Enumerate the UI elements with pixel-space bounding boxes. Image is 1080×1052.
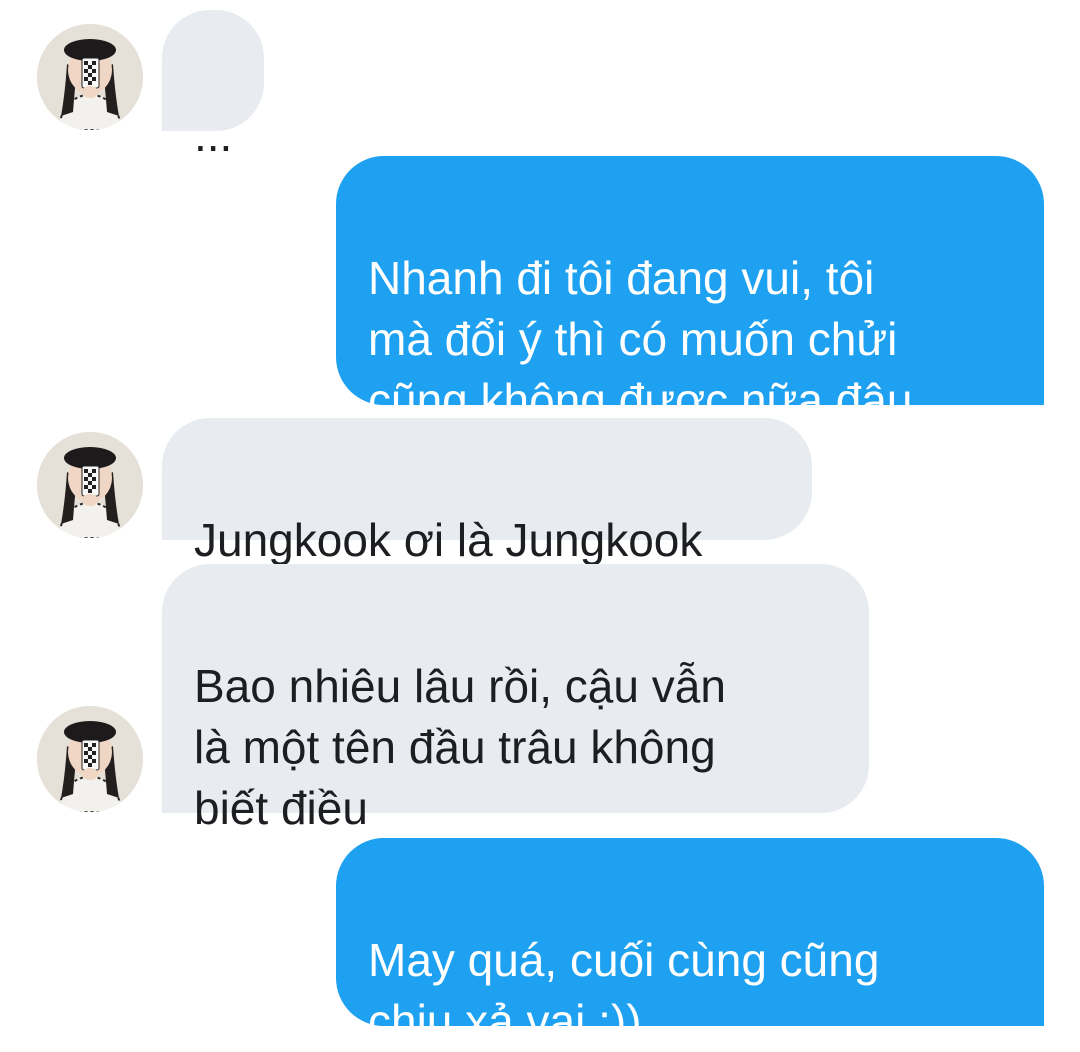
message-text: Nhanh đi tôi đang vui, tôi mà đổi ý thì … [368,252,913,426]
message-text: Jungkook ơi là Jungkook [194,514,703,566]
message-bubble-outgoing[interactable]: May quá, cuối cùng cũng chịu xả vai :)) [336,838,1044,1047]
avatar-photo-icon [37,432,143,538]
message-bubble-incoming[interactable]: Bao nhiêu lâu rồi, cậu vẫn là một tên đầ… [162,564,869,834]
avatar-photo-icon [37,24,143,130]
message-bubble-outgoing[interactable]: Nhanh đi tôi đang vui, tôi mà đổi ý thì … [336,156,1044,426]
contact-avatar[interactable] [37,24,143,130]
message-text: Bao nhiêu lâu rồi, cậu vẫn là một tên đầ… [194,660,726,834]
message-text: May quá, cuối cùng cũng chịu xả vai :)) [368,934,880,1047]
message-bubble-incoming[interactable]: Jungkook ơi là Jungkook [162,418,812,566]
avatar-photo-icon [37,706,143,812]
contact-avatar[interactable] [37,432,143,538]
message-text: ... [194,109,233,161]
message-bubble-incoming[interactable]: ... [162,10,264,161]
contact-avatar[interactable] [37,706,143,812]
